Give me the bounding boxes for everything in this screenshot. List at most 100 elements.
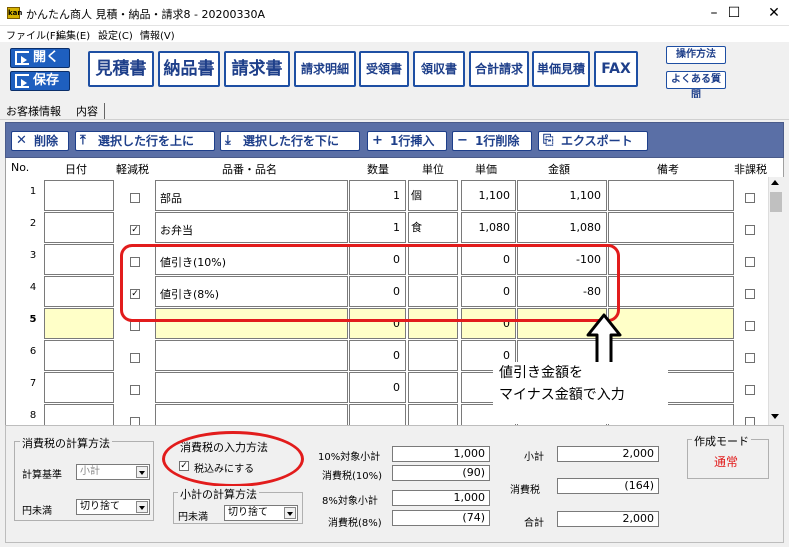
price-cell[interactable]: 1,100 (461, 180, 516, 211)
date-cell[interactable] (44, 244, 114, 275)
reduced-tax-checkbox[interactable] (130, 353, 140, 363)
move-down-label: 選択した行を下に (243, 134, 340, 148)
nontax-checkbox[interactable] (745, 321, 755, 331)
move-up-label: 選択した行を上に (98, 134, 195, 148)
scroll-up-icon[interactable] (771, 180, 779, 185)
reduced-tax-checkbox[interactable]: ✓ (130, 225, 140, 235)
unit-cell[interactable]: 食 (408, 212, 458, 243)
insert-row-button[interactable]: +1行挿入 (367, 131, 447, 151)
qty-cell[interactable]: 1 (349, 180, 406, 211)
date-cell[interactable] (44, 180, 114, 211)
tab-customer-info[interactable]: お客様情報 (6, 103, 61, 119)
header-date: 日付 (65, 163, 87, 176)
total-tax-value: (164) (557, 478, 659, 494)
annotation-line-2: マイナス金額で入力 (499, 387, 625, 403)
nontax-checkbox[interactable] (745, 257, 755, 267)
item-cell[interactable]: お弁当 (155, 212, 348, 243)
save-button[interactable]: 保存 (10, 71, 70, 91)
mode-title: 作成モード (692, 433, 751, 449)
note-cell[interactable] (608, 180, 734, 211)
note-cell[interactable] (608, 244, 734, 275)
reduced-tax-checkbox[interactable] (130, 321, 140, 331)
nontax-checkbox[interactable] (745, 289, 755, 299)
move-down-button[interactable]: ⤓ 選択した行を下に (220, 131, 360, 151)
total-invoice-button[interactable]: 合計請求 (469, 51, 529, 87)
move-up-button[interactable]: ⤒ 選択した行を上に (75, 131, 215, 151)
tab-contents[interactable]: 内容 (76, 103, 105, 119)
highlight-box (120, 244, 620, 322)
unit-price-estimate-button[interactable]: 単価見積 (532, 51, 590, 87)
open-icon (15, 51, 29, 65)
receipt-button[interactable]: 領収書 (413, 51, 465, 87)
delete-button[interactable]: ✕ 削除 (11, 131, 69, 151)
rounding-select[interactable]: 切り捨て (76, 499, 150, 515)
chevron-down-icon (284, 507, 296, 519)
price-cell[interactable]: 1,080 (461, 212, 516, 243)
date-cell[interactable] (44, 212, 114, 243)
reduced-tax-checkbox[interactable] (130, 385, 140, 395)
grid-scrollbar[interactable] (768, 177, 784, 425)
note-cell[interactable] (608, 212, 734, 243)
rounding-label: 円未満 (22, 506, 52, 517)
menu-file[interactable]: ファイル(F) (6, 27, 60, 42)
unit-cell[interactable]: 個 (408, 180, 458, 211)
export-label: エクスポート (561, 134, 633, 148)
close-button[interactable]: ✕ (754, 0, 789, 26)
row-number: 7 (29, 378, 37, 389)
howto-button[interactable]: 操作方法 (666, 46, 726, 64)
note-cell[interactable] (608, 308, 734, 339)
delete-label: 削除 (34, 134, 59, 148)
delete-icon: ✕ (16, 133, 27, 148)
date-cell[interactable] (44, 308, 114, 339)
row-number: 6 (29, 346, 37, 357)
tax-label-10: 消費税(10%) (322, 471, 383, 482)
scroll-thumb[interactable] (770, 192, 782, 212)
delivery-button[interactable]: 納品書 (158, 51, 220, 87)
open-button[interactable]: 開く (10, 48, 70, 68)
chevron-down-icon (136, 466, 148, 478)
nontax-checkbox[interactable] (745, 385, 755, 395)
basis-select[interactable]: 小計 (76, 464, 150, 480)
qty-cell[interactable]: 0 (349, 340, 406, 371)
header-price: 単価 (475, 163, 497, 176)
subtotal-rounding-select[interactable]: 切り捨て (224, 505, 298, 521)
unit-cell[interactable] (408, 372, 458, 403)
invoice-detail-button[interactable]: 請求明細 (294, 51, 356, 87)
menu-info[interactable]: 情報(V) (140, 27, 175, 42)
item-cell[interactable] (155, 372, 348, 403)
move-up-icon: ⤒ (80, 133, 86, 148)
nontax-checkbox[interactable] (745, 225, 755, 235)
nontax-checkbox[interactable] (745, 353, 755, 363)
item-cell[interactable] (155, 340, 348, 371)
date-cell[interactable] (44, 276, 114, 307)
unit-cell[interactable] (408, 340, 458, 371)
reduced-tax-checkbox[interactable] (130, 193, 140, 203)
highlight-ellipse (162, 431, 304, 487)
menu-edit[interactable]: 編集(E) (56, 27, 90, 42)
date-cell[interactable] (44, 340, 114, 371)
export-icon: ⎘ (543, 133, 554, 148)
receipt-slip-button[interactable]: 受領書 (359, 51, 409, 87)
mode-value: 通常 (714, 455, 739, 469)
delete-row-button[interactable]: −1行削除 (452, 131, 532, 151)
export-button[interactable]: ⎘ エクスポート (538, 131, 648, 151)
date-cell[interactable] (44, 372, 114, 403)
header-note: 備考 (657, 163, 679, 176)
plus-icon: + (372, 133, 383, 148)
chevron-down-icon (136, 501, 148, 513)
qty-cell[interactable]: 0 (349, 372, 406, 403)
amount-cell[interactable]: 1,080 (517, 212, 607, 243)
invoice-button[interactable]: 請求書 (224, 51, 290, 87)
note-cell[interactable] (608, 276, 734, 307)
qty-cell[interactable]: 1 (349, 212, 406, 243)
maximize-button[interactable]: ☐ (714, 0, 754, 26)
menu-settings[interactable]: 設定(C) (98, 27, 133, 42)
faq-button[interactable]: よくある質問 (666, 71, 726, 101)
fax-button[interactable]: FAX (594, 51, 638, 87)
nontax-checkbox[interactable] (745, 193, 755, 203)
estimate-button[interactable]: 見積書 (88, 51, 154, 87)
header-amount: 金額 (548, 163, 570, 176)
scroll-down-icon[interactable] (771, 414, 779, 419)
item-cell[interactable]: 部品 (155, 180, 348, 211)
amount-cell[interactable]: 1,100 (517, 180, 607, 211)
